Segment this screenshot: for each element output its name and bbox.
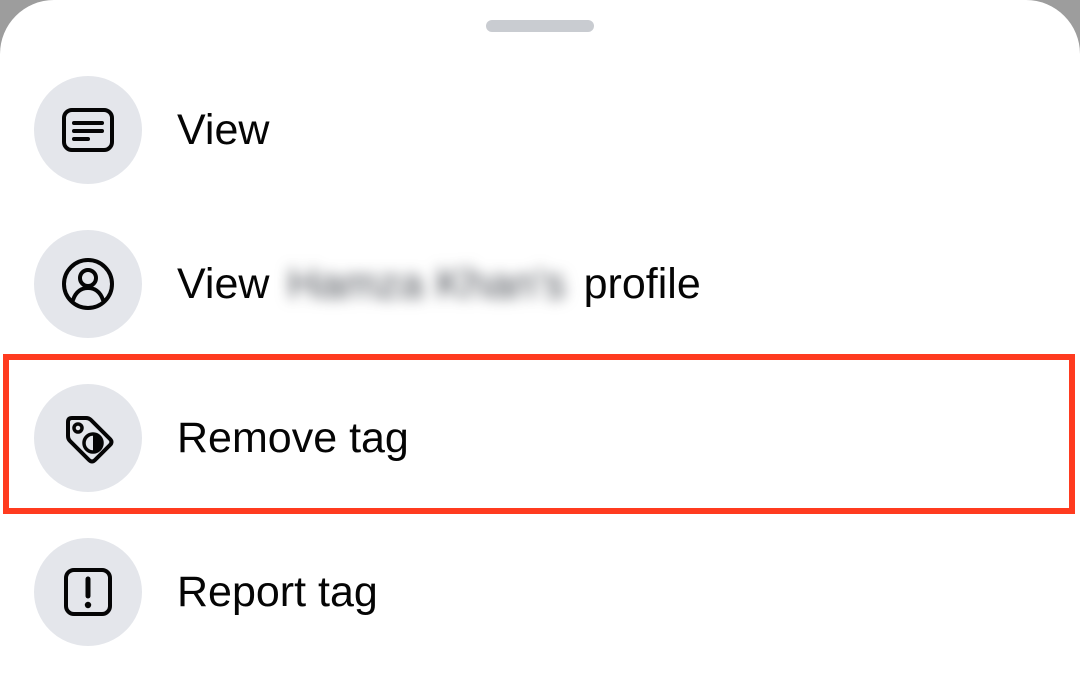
exclamation-box-icon [64,568,112,616]
menu-item-label: Remove tag [177,414,409,462]
person-circle-icon [62,258,114,310]
blurred-username: Hamza Khan's [287,260,566,308]
menu-item-view[interactable]: View [0,54,1080,204]
document-text-icon [62,108,114,152]
menu-item-view-profile[interactable]: View Hamza Khan's profile [0,208,1080,358]
menu-item-icon-circle [34,538,142,646]
menu-item-label: Report tag [177,568,378,616]
bottom-sheet: View View Hamza Khan's profile Remove ta… [0,0,1080,686]
label-prefix: View [177,260,270,308]
menu-item-icon-circle [34,384,142,492]
menu-item-report-tag[interactable]: Report tag [0,516,1080,666]
label-suffix: profile [583,260,701,308]
sheet-grabber[interactable] [486,20,594,32]
menu-item-icon-circle [34,230,142,338]
menu-item-remove-tag[interactable]: Remove tag [0,362,1080,512]
menu-item-label: View [177,106,270,154]
tag-remove-icon [66,416,114,464]
menu-item-icon-circle [34,76,142,184]
menu-item-label: View Hamza Khan's profile [177,258,701,310]
